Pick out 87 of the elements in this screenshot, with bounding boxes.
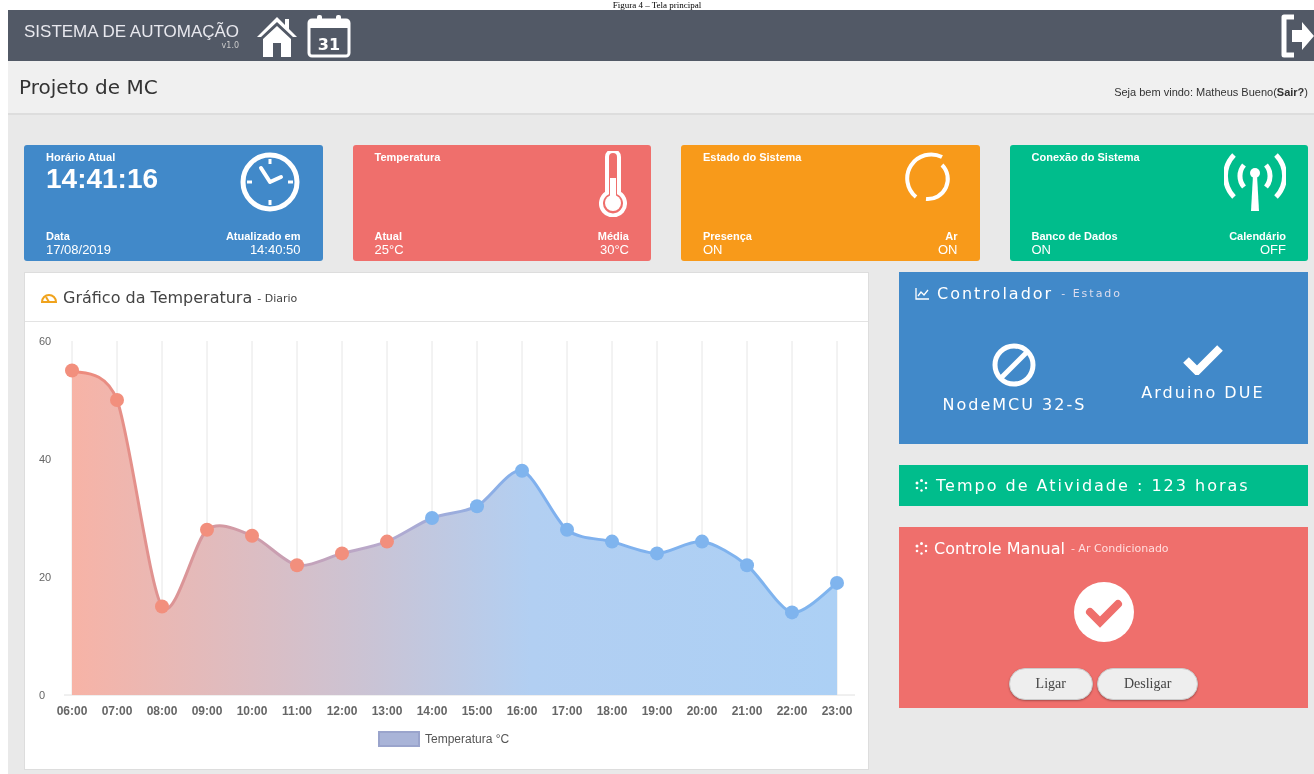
chart-title: Gráfico da Temperatura — [63, 287, 253, 307]
legend-swatch — [378, 731, 420, 747]
data-point — [380, 534, 394, 549]
card-value: ON — [1031, 242, 1052, 257]
card-title: Conexão do Sistema — [1031, 151, 1140, 163]
chart-subtitle: - Diario — [257, 292, 298, 305]
welcome-text: Seja bem vindo: Matheus Bueno(Sair?) — [1114, 86, 1308, 98]
x-tick-label: 10:00 — [236, 704, 268, 718]
figure-caption: Figura 4 – Tela principal — [612, 0, 702, 10]
x-tick-label: 18:00 — [596, 704, 628, 718]
data-point — [290, 558, 304, 573]
logout-icon[interactable] — [1280, 12, 1314, 59]
card-value: ON — [938, 242, 958, 257]
data-point — [740, 558, 754, 573]
dots-icon — [915, 542, 928, 555]
card-title: Horário Atual — [46, 151, 117, 163]
control-button[interactable]: Desligar — [1096, 668, 1199, 700]
data-point — [695, 534, 709, 549]
x-tick-label: 19:00 — [641, 704, 673, 718]
x-tick-label: 21:00 — [731, 704, 763, 718]
legend-label: Temperatura °C — [425, 732, 510, 746]
data-point — [470, 499, 484, 514]
uptime-text: Tempo de Atividade : 123 horas — [936, 476, 1250, 495]
x-tick-label: 11:00 — [282, 704, 312, 718]
card-value: 25°C — [374, 242, 404, 257]
control-button[interactable]: Ligar — [1008, 668, 1093, 700]
card-label: Calendário — [1229, 230, 1286, 242]
x-tick-label: 07:00 — [101, 704, 133, 718]
card-label: Atualizado em — [225, 230, 301, 242]
thermometer-icon — [597, 151, 629, 217]
y-tick-label: 60 — [39, 335, 52, 347]
data-point — [65, 363, 79, 378]
y-tick-label: 0 — [39, 689, 46, 701]
card-value: 30°C — [599, 242, 629, 257]
card-title: Estado do Sistema — [703, 151, 802, 163]
data-point — [830, 575, 844, 590]
version-label: v1.0 — [221, 41, 240, 50]
card-label: Presença — [703, 230, 752, 242]
data-point — [515, 463, 529, 478]
y-tick-label: 20 — [39, 571, 52, 583]
data-point — [425, 511, 439, 525]
data-point — [605, 534, 619, 549]
device-name: NodeMCU 32-S — [942, 395, 1087, 414]
y-tick-label: 40 — [39, 453, 52, 465]
page-title: Projeto de MC — [19, 75, 158, 99]
card-label: Banco de Dados — [1031, 230, 1118, 242]
data-point — [335, 546, 349, 561]
x-tick-label: 12:00 — [326, 704, 358, 718]
card-label: Média — [597, 230, 629, 242]
card-title: Temperatura — [374, 151, 441, 163]
x-tick-label: 17:00 — [551, 704, 583, 718]
x-tick-label: 23:00 — [821, 704, 853, 718]
panel-subtitle: - Ar Condicionado — [1070, 542, 1169, 555]
data-point — [110, 393, 124, 407]
x-tick-label: 22:00 — [776, 704, 808, 718]
panel-title: Controlador — [937, 284, 1054, 303]
brand-title: SISTEMA DE AUTOMAÇÃO — [24, 21, 240, 42]
panel-subtitle: - Estado — [1061, 287, 1123, 300]
x-tick-label: 06:00 — [56, 704, 88, 718]
home-icon[interactable] — [255, 14, 300, 57]
x-tick-label: 13:00 — [371, 704, 403, 718]
card-value: 14:40:50 — [249, 242, 301, 257]
x-tick-label: 16:00 — [506, 704, 538, 718]
card-value: ON — [703, 242, 724, 257]
data-point — [200, 522, 214, 537]
x-tick-label: 08:00 — [146, 704, 178, 718]
x-tick-label: 09:00 — [191, 704, 223, 718]
device-name: Arduino DUE — [1141, 383, 1265, 402]
line-chart-icon — [915, 287, 929, 300]
data-point — [245, 528, 259, 543]
data-point — [650, 546, 664, 561]
clock-icon — [238, 151, 301, 213]
data-point — [155, 599, 169, 614]
card-value: 17/08/2019 — [46, 242, 112, 257]
antenna-icon — [1224, 151, 1286, 211]
data-point — [560, 522, 574, 537]
card-label: Ar — [945, 230, 958, 242]
x-tick-label: 15:00 — [461, 704, 493, 718]
card-label: Data — [46, 230, 71, 242]
x-tick-label: 20:00 — [686, 704, 718, 718]
card-label: Atual — [374, 230, 403, 242]
panel-title: Controle Manual — [934, 539, 1065, 558]
data-point — [785, 605, 799, 620]
card-value: OFF — [1260, 242, 1286, 257]
x-tick-label: 14:00 — [416, 704, 448, 718]
dots-icon — [915, 479, 928, 492]
clock-time: 14:41:16 — [46, 163, 159, 195]
